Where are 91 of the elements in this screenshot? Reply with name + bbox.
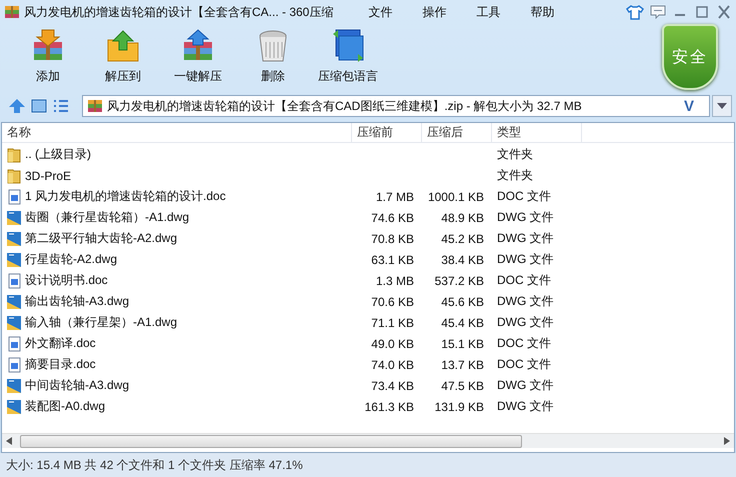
menu-item[interactable]: 工具 (461, 4, 516, 20)
file-name[interactable]: 外文翻译.doc (25, 335, 96, 352)
shirt-icon[interactable] (626, 4, 644, 20)
column-header[interactable]: 名称 (2, 123, 352, 142)
type-cell: DOC 文件 (497, 357, 551, 371)
toolbar-button[interactable]: 解压到 (85, 28, 161, 85)
column-header[interactable]: 压缩前 (352, 123, 422, 142)
file-name[interactable]: 第二级平行轴大齿轮-A2.dwg (25, 230, 178, 247)
file-name[interactable]: 1 风力发电机的增速齿轮箱的设计.doc (25, 188, 226, 205)
up-arrow-icon[interactable] (8, 98, 26, 114)
file-name[interactable]: 设计说明书.doc (25, 272, 108, 289)
size-cell: 74.6 KB (371, 210, 414, 224)
toolbar-button[interactable]: 删除 (235, 28, 311, 85)
type-cell: DWG 文件 (497, 315, 554, 329)
drawing-file-icon (6, 252, 22, 268)
size-cell: 71.1 KB (371, 316, 414, 330)
column-header[interactable]: 类型 (492, 123, 582, 142)
type-cell: DWG 文件 (497, 399, 554, 413)
size-cell: 74.0 KB (371, 358, 414, 372)
scrollbar-thumb[interactable] (20, 434, 522, 448)
file-name[interactable]: 摘要目录.doc (25, 356, 96, 373)
toolbar-button[interactable]: 一键解压 (160, 28, 236, 85)
archive-icon (87, 98, 103, 114)
status-text: 大小: 15.4 MB 共 42 个文件和 1 个文件夹 压缩率 47.1% (6, 456, 303, 474)
type-cell: DWG 文件 (497, 294, 554, 308)
folder-icon (6, 168, 22, 184)
size-cell: 70.8 KB (371, 232, 414, 246)
close-icon[interactable] (716, 5, 732, 19)
size-cell: 1.7 MB (376, 190, 414, 204)
file-name[interactable]: 输入轴（兼行星架）-A1.dwg (25, 314, 178, 331)
file-name[interactable]: 装配图-A0.dwg (25, 398, 106, 415)
file-name[interactable]: 输出齿轮轴-A3.dwg (25, 293, 130, 310)
packed-size-cell: 48.9 KB (441, 210, 484, 224)
type-cell: DWG 文件 (497, 378, 554, 392)
file-name[interactable]: 齿圈（兼行星齿轮箱）-A1.dwg (25, 209, 190, 226)
document-icon (6, 336, 22, 352)
document-icon (6, 272, 22, 288)
document-icon (6, 188, 22, 204)
toolbar-button[interactable]: 压缩包语言 (310, 28, 386, 85)
type-cell: DWG 文件 (497, 231, 554, 245)
drawing-file-icon (6, 378, 22, 394)
menu-item[interactable]: 帮助 (515, 4, 570, 20)
document-icon (6, 356, 22, 372)
toolbar-icon (105, 28, 141, 64)
maximize-icon[interactable] (694, 5, 710, 19)
file-name[interactable]: 3D-ProE (25, 168, 72, 182)
size-cell: 1.3 MB (376, 274, 414, 288)
file-name[interactable]: 中间齿轮轴-A3.dwg (25, 377, 130, 394)
file-name[interactable]: .. (上级目录) (25, 146, 91, 163)
v-icon-button[interactable]: V (684, 98, 704, 114)
packed-size-cell: 38.4 KB (441, 252, 484, 266)
size-cell: 161.3 KB (364, 400, 414, 414)
horizontal-scrollbar[interactable] (2, 433, 734, 448)
menu-item[interactable]: 操作 (407, 4, 462, 20)
window-title: 风力发电机的增速齿轮箱的设计【全套含有CA... - 360压缩 (24, 4, 334, 20)
drawing-file-icon (6, 314, 22, 330)
column-header[interactable]: 压缩后 (422, 123, 492, 142)
type-cell: 文件夹 (497, 168, 533, 182)
message-icon[interactable] (650, 5, 666, 19)
folder-icon (6, 146, 22, 162)
type-cell: DOC 文件 (497, 336, 551, 350)
packed-size-cell: 45.2 KB (441, 232, 484, 246)
packed-size-cell: 1000.1 KB (428, 190, 484, 204)
packed-size-cell: 537.2 KB (434, 274, 484, 288)
archive-icon[interactable] (4, 4, 20, 20)
list-view-icon[interactable] (52, 98, 70, 114)
packed-size-cell: 131.9 KB (434, 400, 484, 414)
packed-size-cell: 13.7 KB (441, 358, 484, 372)
size-cell: 70.6 KB (371, 294, 414, 308)
type-cell: DOC 文件 (497, 189, 551, 203)
type-cell: DWG 文件 (497, 252, 554, 266)
packed-size-cell: 45.4 KB (441, 316, 484, 330)
drawing-file-icon (6, 294, 22, 310)
type-cell: 文件夹 (497, 147, 533, 161)
type-cell: DWG 文件 (497, 210, 554, 224)
packed-size-cell: 15.1 KB (441, 336, 484, 350)
thumbnail-view-icon[interactable] (30, 98, 48, 114)
caret-icon (717, 103, 727, 109)
toolbar-button[interactable]: 添加 (10, 28, 86, 85)
packed-size-cell: 47.5 KB (441, 378, 484, 392)
dropdown-button[interactable] (712, 95, 732, 117)
packed-size-cell: 45.6 KB (441, 294, 484, 308)
type-cell: DOC 文件 (497, 273, 551, 287)
drawing-file-icon (6, 398, 22, 414)
size-cell: 73.4 KB (371, 378, 414, 392)
drawing-file-icon (6, 230, 22, 246)
drawing-file-icon (6, 210, 22, 226)
file-name[interactable]: 行星齿轮-A2.dwg (25, 251, 118, 268)
menu-item[interactable]: 文件 (353, 4, 408, 20)
size-cell: 49.0 KB (371, 336, 414, 350)
size-cell: 63.1 KB (371, 252, 414, 266)
